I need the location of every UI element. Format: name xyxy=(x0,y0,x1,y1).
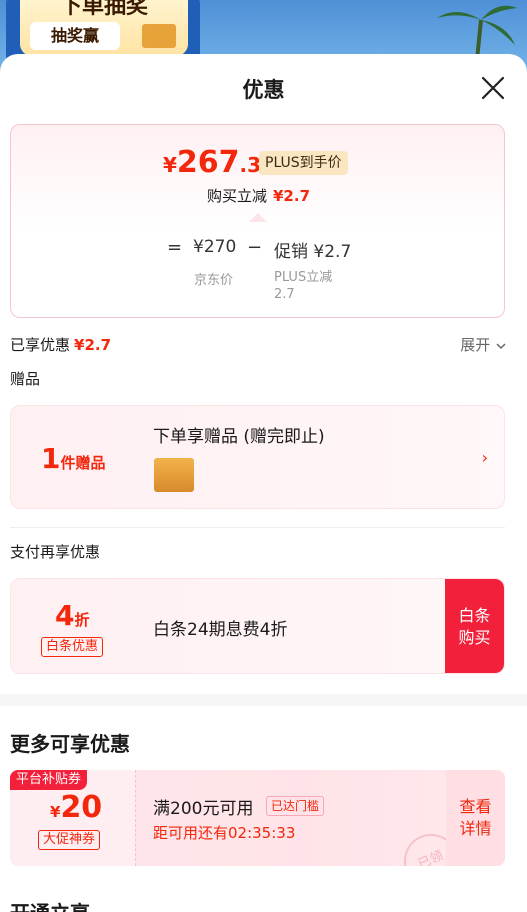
expand-label: 展开 xyxy=(460,336,491,354)
close-icon[interactable] xyxy=(479,74,507,102)
calc-promo: 促销 ¥2.7 xyxy=(274,242,352,262)
buy-reduce-amount: ¥2.7 xyxy=(273,187,311,205)
gift-description: 下单享赠品 (赠完即止) xyxy=(153,427,325,447)
baitiao-offer-card: 4折 白条优惠 白条24期息费4折 白条 购买 xyxy=(10,578,505,674)
coupon-details-label-2: 详情 xyxy=(459,819,492,838)
gift-count-unit: 件赠品 xyxy=(60,454,106,472)
sheet-title: 优惠 xyxy=(242,78,285,102)
pay-discount-number: 4 xyxy=(55,599,75,632)
enjoyed-amount: ¥2.7 xyxy=(74,336,112,354)
baitiao-buy-label-2: 购买 xyxy=(458,628,491,647)
chevron-down-icon xyxy=(496,342,506,349)
final-price-currency: ¥ xyxy=(163,153,177,177)
palm-tree-icon xyxy=(437,5,517,60)
more-offers-title: 更多可享优惠 xyxy=(10,732,130,756)
coupon-value-panel: 平台补贴券 ¥20 大促神券 xyxy=(10,770,136,866)
buy-reduce-label: 购买立减 xyxy=(206,187,267,205)
chevron-right-icon: › xyxy=(481,448,488,467)
calc-minus: − xyxy=(247,237,263,258)
coupon-value: ¥20 xyxy=(50,790,102,825)
coupon-details-label-1: 查看 xyxy=(459,797,492,816)
final-price: ¥267.3 xyxy=(163,145,261,180)
section-gap xyxy=(0,694,527,706)
buy-reduce-line: 购买立减 ¥2.7 xyxy=(11,185,506,206)
final-price-decimal: .3 xyxy=(239,153,262,177)
promo-subtitle: 抽奖赢 xyxy=(30,22,120,50)
calc-jd-price: ¥270 xyxy=(193,237,237,257)
coupon-threshold-tag: 已达门槛 xyxy=(266,796,325,816)
coupon-card: 平台补贴券 ¥20 大促神券 满200元可用 已达门槛 距可用还有02:35:3… xyxy=(10,770,505,866)
coupon-badge: 平台补贴券 xyxy=(10,770,88,790)
gift-count-number: 1 xyxy=(41,442,61,475)
pay-section-title: 支付再享优惠 xyxy=(10,543,101,561)
price-calc-row: = ¥270 − 促销 ¥2.7 xyxy=(11,237,506,263)
gift-section-title: 赠品 xyxy=(10,370,41,388)
gift-box-icon xyxy=(142,24,176,48)
coupon-condition: 满200元可用 xyxy=(153,799,254,819)
gift-card[interactable]: 1件赠品 下单享赠品 (赠完即止) › xyxy=(10,405,505,509)
promo-title: 下单抽奖 xyxy=(59,0,148,19)
gift-product-image xyxy=(154,458,194,492)
enjoyed-label: 已享优惠 xyxy=(10,336,71,354)
coupon-amount: 20 xyxy=(60,790,103,825)
coupon-countdown: 距可用还有02:35:33 xyxy=(153,824,296,842)
plus-reduce-label: PLUS立减 2.7 xyxy=(274,270,333,302)
baitiao-buy-button[interactable]: 白条 购买 xyxy=(445,579,504,673)
discount-sheet: 优惠 ¥267.3 PLUS到手价 购买立减 ¥2.7 = ¥270 − 促销 ¥… xyxy=(0,54,527,912)
section-divider xyxy=(10,527,505,528)
plus-price-tag: PLUS到手价 xyxy=(259,151,348,175)
pay-discount: 4折 xyxy=(55,599,90,632)
coupon-currency: ¥ xyxy=(50,803,61,821)
coupon-type-tag: 大促神券 xyxy=(38,830,101,850)
baitiao-tag: 白条优惠 xyxy=(41,637,104,657)
pay-description: 白条24期息费4折 xyxy=(153,620,288,640)
expand-button[interactable]: 展开 xyxy=(460,334,507,355)
price-breakdown-box: ¥267.3 PLUS到手价 购买立减 ¥2.7 = ¥270 − 促销 ¥2.7… xyxy=(10,124,505,318)
pay-discount-unit: 折 xyxy=(74,611,90,629)
promo-card-inner: 下单抽奖 抽奖赢 xyxy=(20,0,188,56)
baitiao-buy-label-1: 白条 xyxy=(458,606,491,625)
pointer-triangle xyxy=(249,213,267,222)
coupon-details-button[interactable]: 查看 详情 xyxy=(446,770,505,866)
gift-count: 1件赠品 xyxy=(41,442,106,475)
final-price-integer: 267 xyxy=(176,145,240,180)
next-section-title: 开通立享 xyxy=(10,900,90,912)
enjoyed-discount: 已享优惠 ¥2.7 xyxy=(10,334,111,355)
calc-equals: = xyxy=(167,237,183,258)
jd-price-label: 京东价 xyxy=(194,273,234,288)
